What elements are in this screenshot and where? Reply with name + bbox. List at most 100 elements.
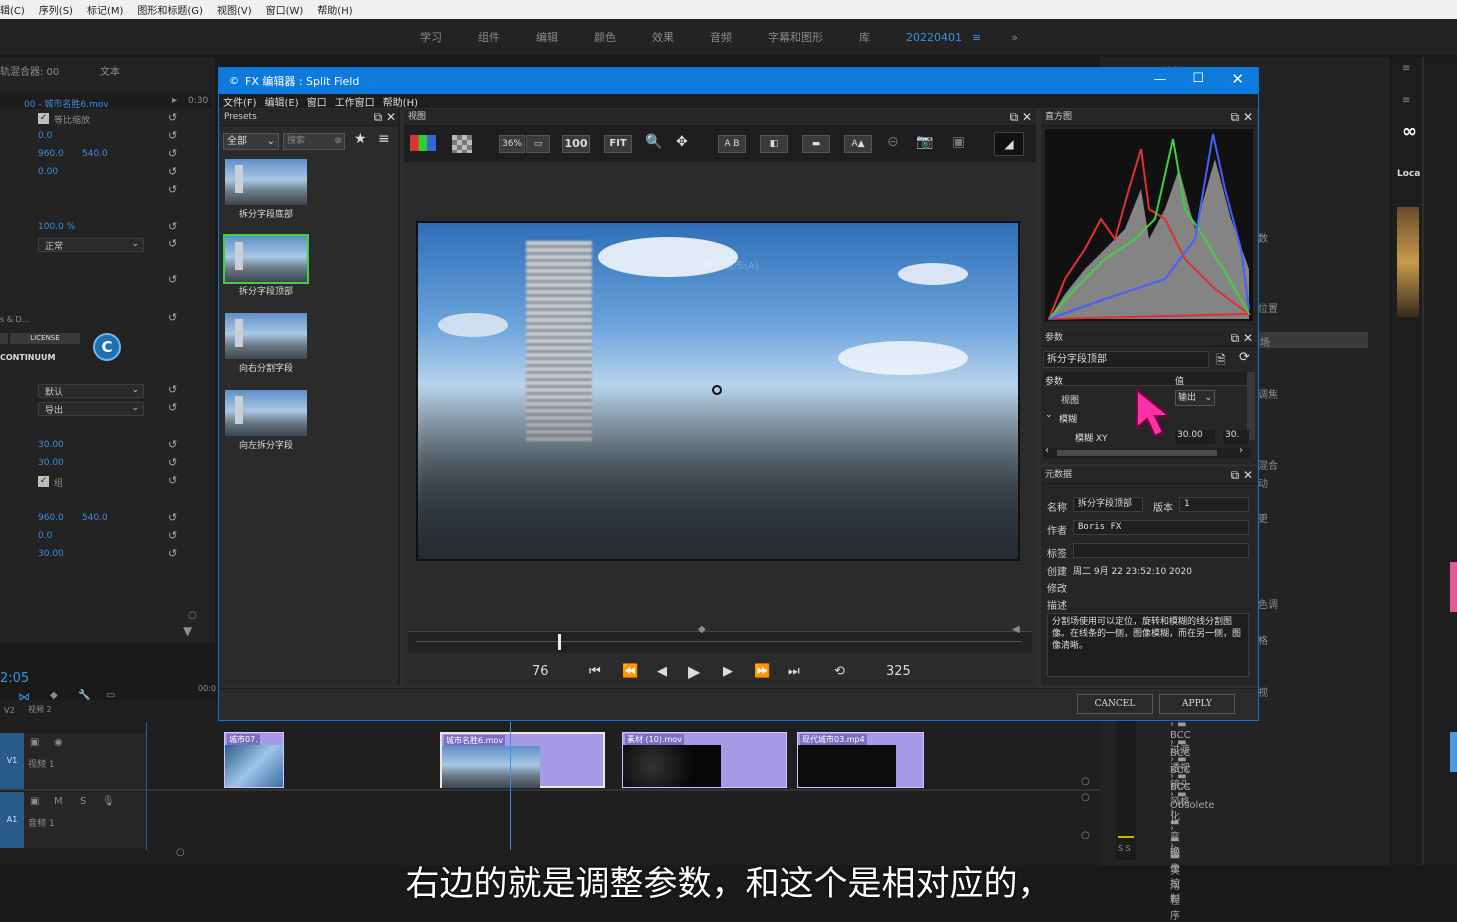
scroll-right-icon[interactable]: › (1239, 445, 1243, 456)
timeline-clip[interactable]: 素材 (10).mov (622, 732, 787, 788)
preset-item[interactable]: 向右分割字段 (224, 313, 308, 374)
md-desc-field[interactable]: 分割场使用可以定位，旋转和模糊的线分割图像。在线条的一侧，图像模糊，而在另一侧，… (1047, 613, 1249, 677)
panel-float-close-icon[interactable]: ⧉ ✕ (1231, 330, 1253, 347)
scroll-circle-icon[interactable]: ○ (188, 610, 197, 621)
export-select[interactable]: 导出 ⌄ (38, 402, 144, 416)
param-blur-x-field[interactable]: 30.00 (1175, 430, 1215, 444)
workspace-editing[interactable]: 编辑 (536, 29, 558, 45)
menu-sequence[interactable]: 序列(S) (39, 2, 73, 17)
reset-icon[interactable]: ↺ (168, 401, 177, 414)
angle-value[interactable]: 0.0 (38, 531, 52, 541)
preset-filter-select[interactable]: 全部 ⌄ (223, 133, 279, 150)
anchor-x[interactable]: 960.0 (38, 149, 64, 159)
preset-item-selected[interactable]: 拆分字段顶部 (223, 234, 309, 297)
preset-item[interactable]: 拆分字段底部 (224, 159, 308, 220)
play-icon[interactable]: ▶ (688, 662, 700, 681)
zoom-icon[interactable]: 🔍 (645, 134, 662, 150)
menu-window[interactable]: 窗口(W) (266, 2, 304, 17)
reset-icon[interactable]: ↺ (168, 129, 177, 142)
star-icon[interactable]: ★ (354, 131, 367, 147)
blend-mode-select[interactable]: 正常 ⌄ (38, 238, 144, 252)
overflow-icon[interactable]: » (1011, 31, 1018, 44)
workspace-libraries[interactable]: 库 (859, 29, 870, 45)
eye-icon[interactable]: ◉ (54, 737, 63, 748)
film-icon[interactable]: ▣ (30, 796, 39, 807)
md-tags-field[interactable] (1073, 543, 1249, 558)
fx-menu-edit[interactable]: 编辑(E) (265, 94, 299, 109)
scroll-circle-icon[interactable]: ○ (1081, 830, 1090, 841)
viewer-canvas[interactable]: 景宁城市(A) (416, 221, 1020, 561)
chevron-down-icon[interactable]: ⌄ (1045, 410, 1053, 420)
workspace-effects[interactable]: 效果 (652, 29, 674, 45)
monitor-icon[interactable]: ▣ (952, 134, 965, 150)
frame-end[interactable]: 325 (886, 664, 911, 679)
workspace-audio[interactable]: 音频 (710, 29, 732, 45)
scroll-thumb[interactable] (1057, 450, 1217, 456)
reset-icon[interactable]: ↺ (168, 456, 177, 469)
preset-search-input[interactable]: 搜索 ⊗ (283, 133, 345, 150)
reset-icon[interactable]: ↺ (168, 237, 177, 250)
md-name-field[interactable]: 拆分字段顶部 (1073, 497, 1143, 512)
reset-icon[interactable]: ↺ (168, 273, 177, 286)
scroll-circle-icon[interactable]: ○ (1081, 776, 1090, 787)
solo-icon[interactable]: S (80, 796, 86, 807)
flicker-value[interactable]: 0.00 (38, 167, 58, 177)
timeline-clip[interactable]: 现代城市03.mp4 (797, 732, 924, 788)
checkbox-icon[interactable]: ✓ (38, 113, 49, 124)
fx-menu-file[interactable]: 文件(F) (223, 94, 257, 109)
save-preset-icon[interactable]: 🗎 (1216, 351, 1226, 372)
wipe-view-icon[interactable]: ▬ (802, 135, 830, 153)
scroll-left-icon[interactable]: ‹ (1045, 445, 1049, 456)
reset-icon[interactable]: ↺ (168, 311, 177, 324)
md-version-field[interactable]: 1 (1179, 497, 1249, 512)
panel-float-close-icon[interactable]: ⧉ ✕ (1231, 109, 1253, 126)
pan-icon[interactable]: ✥ (676, 134, 688, 150)
panel-float-close-icon[interactable]: ⧉ ✕ (374, 109, 396, 126)
preset-default-select[interactable]: 默认 ⌄ (38, 384, 144, 398)
overlay-a-icon[interactable]: A▲ (844, 135, 872, 153)
ab-compare-button[interactable]: A B (718, 135, 746, 153)
scrubber-end-icon[interactable]: ◀ (1012, 624, 1020, 635)
menu-clip[interactable]: 辑(C) (0, 2, 25, 17)
track-v1-toggle[interactable]: V1 (0, 733, 24, 789)
menu-icon[interactable]: ≡ (1402, 95, 1410, 106)
md-author-field[interactable]: Boris FX (1073, 520, 1249, 535)
params-preset-field[interactable]: 拆分字段顶部 (1043, 351, 1209, 368)
reset-icon[interactable]: ↺ (168, 511, 177, 524)
track-a1-toggle[interactable]: A1 (0, 792, 24, 848)
reset-icon[interactable]: ↺ (168, 474, 177, 487)
apply-button[interactable]: APPLY (1159, 694, 1235, 714)
reset-icon[interactable]: ↺ (168, 183, 177, 196)
clip-name[interactable]: 00 - 城市名胜6.mov (24, 97, 109, 110)
split-view-icon[interactable]: ◧ (760, 135, 788, 153)
reset-icon[interactable]: ↺ (168, 165, 177, 178)
reset-icon[interactable]: ↺ (168, 220, 177, 233)
reset-icon[interactable]: ↺ (168, 547, 177, 560)
workspace-assembly[interactable]: 组件 (478, 29, 500, 45)
anchor-y[interactable]: 540.0 (82, 149, 108, 159)
menu-graphics[interactable]: 图形和标题(G) (137, 2, 203, 17)
reset-icon[interactable]: ↺ (168, 529, 177, 542)
opacity-value[interactable]: 100.0 % (38, 222, 75, 232)
frame-start[interactable]: 76 (532, 664, 549, 679)
amount-value[interactable]: 30.00 (38, 549, 64, 559)
text-tab[interactable]: 文本 (100, 63, 120, 78)
list-menu-icon[interactable]: ≡ (378, 131, 390, 147)
split-center-handle-icon[interactable] (712, 385, 722, 395)
zoom-100-button[interactable]: 100 (562, 135, 590, 153)
mute-icon[interactable]: M (54, 796, 63, 807)
refresh-icon[interactable]: ⟳ (1239, 350, 1250, 365)
blur-x-value[interactable]: 30.00 (38, 440, 64, 450)
position-x[interactable]: 960.0 (38, 513, 64, 523)
reset-icon[interactable]: ↺ (168, 147, 177, 160)
position-y[interactable]: 540.0 (82, 513, 108, 523)
timeline-scrubber[interactable]: ◆ ◀ (408, 624, 1032, 653)
minimize-icon[interactable]: — (1154, 72, 1166, 86)
checkbox-icon[interactable]: ✓ (38, 476, 49, 487)
close-icon[interactable]: ✕ (1231, 70, 1244, 88)
histogram-toggle-icon[interactable]: ◢ (994, 132, 1024, 156)
zoom-stepper[interactable]: ▭ (526, 135, 550, 153)
panel-float-close-icon[interactable]: ⧉ ✕ (1010, 109, 1032, 126)
step-back-fast-icon[interactable]: ⏪ (622, 664, 638, 679)
params-hscroll[interactable]: ‹ › (1043, 445, 1251, 458)
